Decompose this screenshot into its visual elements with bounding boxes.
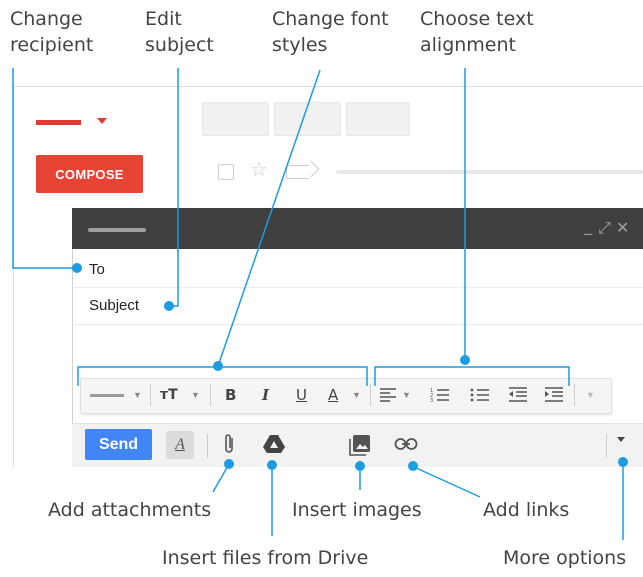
callout-add-attachments-text: Add attachments bbox=[48, 499, 212, 521]
leader-alignment-bracket bbox=[374, 366, 570, 386]
callout-dot-drive bbox=[267, 460, 277, 470]
callout-add-links-text: Add links bbox=[483, 499, 570, 521]
callout-add-attachments: Add attachments bbox=[48, 497, 211, 523]
leader-edit-subject bbox=[168, 68, 179, 307]
callout-add-links: Add links bbox=[483, 497, 569, 523]
callout-more-options-text: More options bbox=[503, 547, 627, 569]
callout-dot-subject bbox=[164, 301, 174, 311]
callout-dot-images bbox=[355, 461, 365, 471]
callout-dot-attachments bbox=[224, 459, 234, 469]
leader-change-font-styles bbox=[217, 69, 321, 367]
callout-insert-images: Insert images bbox=[292, 497, 422, 523]
callout-leader-lines bbox=[12, 68, 624, 540]
callout-insert-images-text: Insert images bbox=[292, 499, 422, 521]
callout-dot-links bbox=[408, 461, 418, 471]
leader-add-links bbox=[413, 466, 481, 498]
callout-more-options: More options bbox=[503, 545, 626, 571]
callout-insert-files-from-drive: Insert files from Drive bbox=[162, 545, 368, 571]
callout-insert-files-from-drive-text: Insert files from Drive bbox=[162, 547, 369, 569]
callout-dot-recipient bbox=[72, 263, 82, 273]
callout-dot-alignment bbox=[460, 355, 470, 365]
leader-font-bracket bbox=[77, 366, 368, 386]
callout-dot-more-options bbox=[618, 457, 628, 467]
leader-change-recipient bbox=[12, 68, 75, 269]
callout-dot-font-styles bbox=[213, 361, 223, 371]
